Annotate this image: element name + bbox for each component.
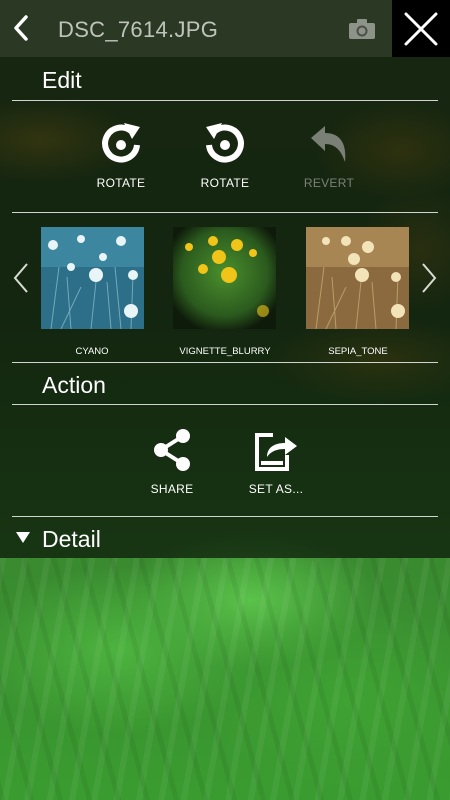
filter-prev-button[interactable] — [12, 262, 30, 299]
revert-button[interactable]: REVERT — [284, 118, 374, 190]
divider — [12, 404, 438, 405]
camera-icon — [349, 19, 375, 39]
chevron-left-icon — [14, 15, 28, 41]
sepia-tone-preview — [306, 227, 409, 329]
filter-thumb-vignette-blurry[interactable] — [173, 227, 276, 329]
set-as-button[interactable]: SET AS... — [231, 424, 321, 496]
detail-heading[interactable]: Detail — [42, 526, 101, 553]
rotate-clockwise-icon — [102, 123, 140, 163]
close-icon — [404, 12, 438, 45]
filter-next-button[interactable] — [420, 262, 438, 299]
close-button[interactable] — [392, 0, 450, 57]
filter-thumb-sepia-tone[interactable] — [306, 227, 409, 329]
share-icon — [154, 429, 190, 471]
cyano-preview — [41, 227, 144, 329]
vignette-blurry-preview — [173, 227, 276, 329]
chevron-right-icon — [422, 263, 437, 293]
rotate-left-button[interactable]: ROTATE — [180, 118, 270, 190]
share-button[interactable]: SHARE — [127, 424, 217, 496]
share-label: SHARE — [150, 482, 194, 496]
divider — [12, 212, 438, 213]
grass-texture — [0, 558, 450, 800]
set-as-icon — [255, 433, 297, 471]
set-as-label: SET AS... — [248, 482, 304, 496]
file-name: DSC_7614.JPG — [58, 17, 219, 42]
divider — [12, 362, 438, 363]
top-bar: DSC_7614.JPG — [0, 0, 450, 57]
camera-button[interactable] — [348, 18, 376, 45]
divider — [12, 516, 438, 517]
revert-icon — [311, 126, 346, 162]
filter-label-vignette-blurry: VIGNETTE_BLURRY — [179, 346, 271, 357]
filter-label-cyano: CYANO — [75, 346, 109, 357]
rotate-left-label: ROTATE — [200, 176, 250, 190]
filter-label-sepia-tone: SEPIA_TONE — [328, 346, 388, 357]
chevron-left-icon — [13, 263, 28, 293]
divider — [12, 100, 438, 101]
rotate-right-label: ROTATE — [96, 176, 146, 190]
rotate-counterclockwise-icon — [206, 123, 244, 163]
expand-triangle-icon[interactable] — [16, 532, 30, 543]
back-button[interactable] — [10, 14, 32, 42]
revert-label: REVERT — [303, 176, 355, 190]
edit-heading: Edit — [42, 67, 82, 93]
action-heading: Action — [42, 372, 106, 398]
rotate-right-button[interactable]: ROTATE — [76, 118, 166, 190]
filter-thumb-cyano[interactable] — [41, 227, 144, 329]
